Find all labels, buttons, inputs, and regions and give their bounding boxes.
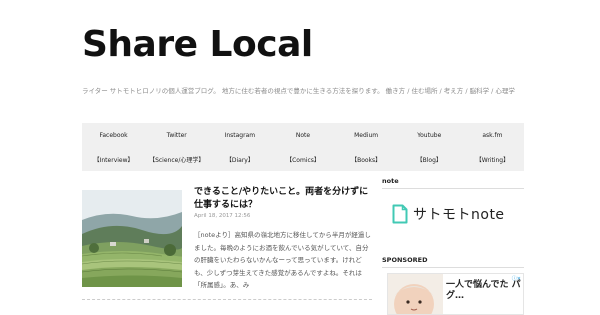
rice-terrace-landscape-image	[82, 190, 182, 287]
main-nav: Facebook Twitter Instagram Note Medium Y…	[82, 123, 524, 171]
note-logo-link[interactable]: サトモトnote	[392, 204, 505, 224]
nav-comics[interactable]: 【Comics】	[271, 155, 334, 164]
nav-science[interactable]: 【Science/心理学】	[145, 155, 208, 164]
ad-info-close-icon[interactable]: ⓘ✕	[512, 275, 521, 282]
nav-twitter[interactable]: Twitter	[145, 132, 208, 139]
nav-row-social: Facebook Twitter Instagram Note Medium Y…	[82, 123, 524, 147]
post-excerpt: ［noteより］高知県の嶺北地方に移住してから半月が経過しました。毎晩のようにお…	[194, 231, 371, 289]
note-document-icon	[392, 204, 408, 224]
post-title[interactable]: できること/やりたいこと。両者を分けずに仕事するには？	[194, 186, 374, 212]
nav-instagram[interactable]: Instagram	[208, 132, 271, 139]
nav-facebook[interactable]: Facebook	[82, 132, 145, 139]
nav-blog[interactable]: 【Blog】	[398, 155, 461, 164]
nav-diary[interactable]: 【Diary】	[208, 155, 271, 164]
nav-note[interactable]: Note	[271, 132, 334, 139]
nav-interview[interactable]: 【Interview】	[82, 155, 145, 164]
nav-youtube[interactable]: Youtube	[398, 132, 461, 139]
baby-photo-image	[388, 274, 443, 314]
site-title[interactable]: Share Local	[82, 22, 313, 68]
note-logo-text: サトモトnote	[413, 207, 505, 223]
nav-medium[interactable]: Medium	[335, 132, 398, 139]
sponsored-heading: SPONSORED	[382, 256, 524, 268]
note-widget-heading: note	[382, 177, 524, 189]
post-divider	[82, 299, 372, 300]
nav-askfm[interactable]: ask.fm	[461, 132, 524, 139]
nav-row-categories: 【Interview】 【Science/心理学】 【Diary】 【Comic…	[82, 147, 524, 171]
post-date: April 18, 2017 12:56	[194, 213, 251, 219]
nav-writing[interactable]: 【Writing】	[461, 155, 524, 164]
site-tagline: ライター サトモトヒロノリの個人運営ブログ。 地方に住む若者の視点で豊かに生きる…	[82, 87, 515, 95]
ad-headline: 一人で悩んでた パグ…	[446, 280, 521, 301]
sponsored-ad[interactable]: 一人で悩んでた パグ… ⓘ✕	[387, 273, 524, 315]
post-thumbnail[interactable]	[82, 190, 182, 287]
nav-books[interactable]: 【Books】	[335, 155, 398, 164]
